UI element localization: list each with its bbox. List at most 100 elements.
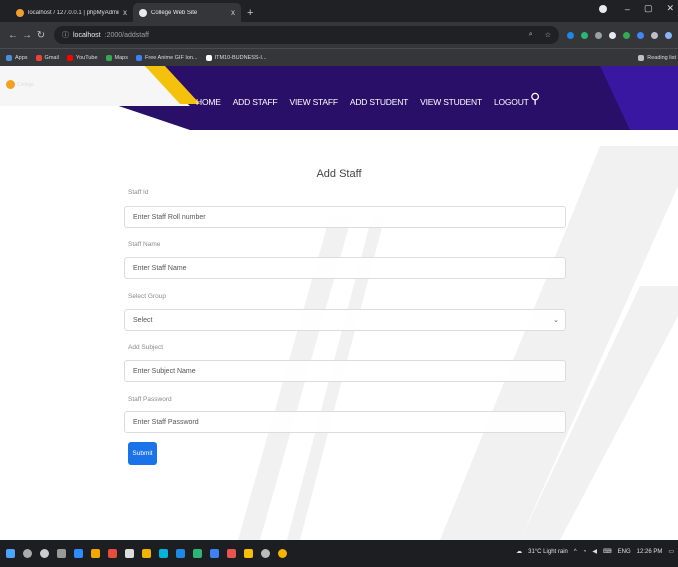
new-tab-button[interactable]: + [247, 7, 253, 19]
clock[interactable]: 12:26 PM [637, 549, 663, 555]
add-subject-label: Add Subject [128, 344, 164, 351]
college-favicon-icon [139, 8, 147, 17]
close-tab-icon[interactable]: x [123, 8, 127, 17]
taskbar-app-icon[interactable] [91, 549, 100, 558]
reading-list-button[interactable]: Reading list [638, 54, 676, 61]
bookmark-favicon-icon [205, 54, 212, 61]
keyboard-icon[interactable]: ⌨ [603, 548, 612, 555]
taskbar-app-icon[interactable] [261, 549, 270, 558]
bookmark-youtube[interactable]: YouTube [66, 54, 98, 61]
nav-view-staff[interactable]: VIEW STAFF [290, 97, 339, 107]
bookmark-gmail[interactable]: Gmail [35, 54, 59, 61]
tab-phpmyadmin[interactable]: localhost / 127.0.0.1 | phpMyAdmin x [10, 3, 133, 22]
phpmyadmin-favicon-icon [16, 8, 24, 17]
search-icon[interactable]: ⚲ [530, 90, 540, 107]
cortana-icon[interactable] [40, 549, 49, 558]
url-path: :2000/addstaff [104, 31, 149, 39]
bookmark-label: YouTube [75, 54, 98, 61]
subject-input[interactable]: Enter Subject Name [124, 360, 566, 382]
bookmark-apps[interactable]: Apps [6, 54, 28, 61]
minimize-icon[interactable]: – [625, 4, 630, 14]
bookmark-free-anime[interactable]: Free Anime GIF Ion... [136, 54, 198, 61]
staff-name-label: Staff Name [128, 241, 161, 248]
logo-icon[interactable] [6, 80, 15, 89]
group-select-value: Select [133, 316, 153, 324]
taskbar-app-icon[interactable] [244, 549, 253, 558]
taskbar-app-icon[interactable] [108, 549, 117, 558]
extension-icon[interactable] [595, 31, 602, 39]
form-title: Add Staff [316, 168, 362, 180]
extension-icon[interactable] [609, 31, 616, 39]
taskbar-app-icon[interactable] [142, 549, 151, 558]
search-icon[interactable] [23, 549, 32, 558]
extension-icon[interactable] [623, 31, 630, 39]
browser-tab-bar: localhost / 127.0.0.1 | phpMyAdmin x Col… [0, 0, 678, 22]
bookmark-label: Maps [114, 54, 128, 61]
bookmark-favicon-icon [136, 54, 142, 61]
taskbar-app-icon[interactable] [176, 549, 185, 558]
chevron-up-icon[interactable]: ^ [574, 549, 577, 555]
zoom-icon[interactable]: ⌕ [529, 31, 533, 39]
bookmark-maps[interactable]: Maps [105, 54, 128, 61]
task-view-icon[interactable] [57, 549, 66, 558]
nav-logout[interactable]: LOGOUT [494, 97, 529, 107]
nav-view-student[interactable]: VIEW STUDENT [420, 97, 482, 107]
taskbar-app-icon[interactable] [193, 549, 202, 558]
weather-text[interactable]: 31°C Light rain [528, 549, 568, 555]
reload-icon[interactable]: ↻ [34, 30, 48, 41]
profile-avatar-icon[interactable] [665, 31, 672, 39]
taskbar-app-icon[interactable] [159, 549, 168, 558]
notification-icon[interactable]: ▭ [668, 548, 674, 555]
back-icon[interactable]: ← [6, 30, 20, 41]
maximize-icon[interactable]: ▢ [644, 3, 653, 14]
window-controls: – ▢ ✕ [598, 3, 674, 14]
extension-icon[interactable] [637, 31, 644, 39]
bookmark-itm[interactable]: ITM10-BUDNESS-I... [205, 54, 267, 61]
tab-college-web-site[interactable]: College Web Site x [133, 3, 241, 22]
taskbar-app-icon[interactable] [227, 549, 236, 558]
staff-password-input[interactable]: Enter Staff Password [124, 411, 566, 433]
url-input[interactable]: ⓘ localhost:2000/addstaff ⌕ ☆ [54, 26, 559, 44]
submit-button[interactable]: Submit [128, 442, 157, 465]
staff-password-label: Staff Password [128, 396, 172, 403]
tab-label: localhost / 127.0.0.1 | phpMyAdmin [28, 9, 119, 16]
address-bar-row: ← → ↻ ⓘ localhost:2000/addstaff ⌕ ☆ [0, 22, 678, 48]
chevron-down-icon: ⌄ [553, 317, 559, 324]
chrome-taskbar-icon[interactable] [278, 549, 287, 558]
nav-add-staff[interactable]: ADD STAFF [233, 97, 278, 107]
network-icon[interactable]: ◔ [583, 549, 587, 555]
nav-add-student[interactable]: ADD STUDENT [350, 97, 408, 107]
forward-icon[interactable]: → [20, 30, 34, 41]
system-tray: ☁ 31°C Light rain ^ ◔ ◀ ⌨ ENG 12:26 PM ▭ [516, 548, 674, 556]
logo-text: College [17, 82, 34, 88]
group-select[interactable]: Select ⌄ [124, 309, 566, 331]
url-host: localhost [73, 31, 101, 39]
taskbar-app-icon[interactable] [125, 549, 134, 558]
close-tab-icon[interactable]: x [231, 8, 235, 17]
close-window-icon[interactable]: ✕ [666, 3, 674, 14]
nav-home[interactable]: HOME [196, 97, 221, 107]
bookmarks-bar: Apps Gmail YouTube Maps Free Anime GIF I… [0, 48, 678, 66]
gmail-icon [35, 54, 42, 61]
bookmark-label: Apps [15, 54, 28, 61]
extensions-bar [567, 31, 672, 39]
info-icon[interactable]: ⓘ [62, 30, 69, 40]
maps-icon [105, 54, 112, 61]
puzzle-icon[interactable] [651, 31, 658, 39]
os-taskbar: ☁ 31°C Light rain ^ ◔ ◀ ⌨ ENG 12:26 PM ▭ [0, 540, 678, 567]
windows-start-icon[interactable] [6, 549, 15, 558]
page-viewport: College HOME ADD STAFF VIEW STAFF ADD ST… [0, 66, 678, 540]
bookmark-label: ITM10-BUDNESS-I... [214, 54, 267, 61]
extension-icon[interactable] [581, 31, 588, 39]
bookmark-star-icon[interactable]: ☆ [545, 31, 551, 39]
volume-icon[interactable]: ◀ [592, 548, 597, 555]
profile-icon[interactable] [598, 4, 607, 13]
staff-id-input[interactable]: Enter Staff Roll number [124, 206, 566, 228]
background-stripes [238, 146, 678, 540]
language-indicator[interactable]: ENG [618, 549, 631, 555]
taskbar-app-icon[interactable] [210, 549, 219, 558]
extension-icon[interactable] [567, 31, 574, 39]
taskbar-app-icon[interactable] [74, 549, 83, 558]
staff-name-input[interactable]: Enter Staff Name [124, 257, 566, 279]
reading-list-icon [638, 54, 645, 61]
